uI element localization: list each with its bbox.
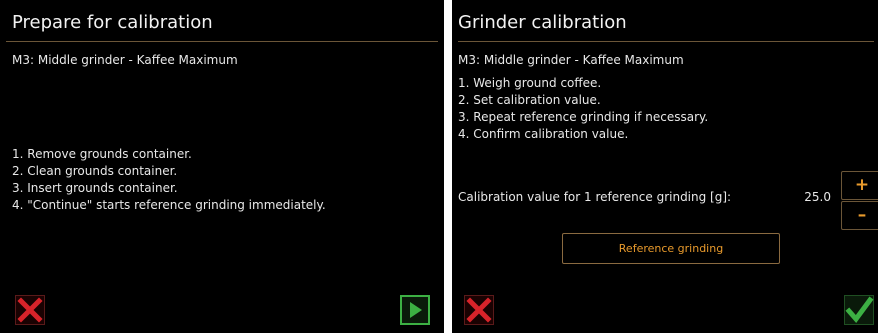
instruction-step: 2. Set calibration value.: [458, 93, 601, 107]
reference-grinding-button[interactable]: Reference grinding: [562, 233, 780, 264]
checkmark-icon: [844, 295, 874, 325]
grinder-calibration-screen: Grinder calibration M3: Middle grinder -…: [452, 0, 878, 333]
title-divider: [6, 41, 438, 42]
x-icon: [464, 295, 494, 325]
instruction-step: 4. "Continue" starts reference grinding …: [12, 198, 326, 212]
calibration-label: Calibration value for 1 reference grindi…: [458, 190, 732, 204]
play-icon: [400, 295, 430, 325]
confirm-button[interactable]: [844, 295, 874, 325]
instruction-list: 1. Remove grounds container. 2. Clean gr…: [12, 146, 326, 214]
screen-title: Grinder calibration: [458, 12, 627, 33]
instruction-list: 1. Weigh ground coffee. 2. Set calibrati…: [458, 75, 708, 143]
increase-button[interactable]: +: [841, 171, 878, 200]
instruction-step: 3. Insert grounds container.: [12, 181, 178, 195]
instruction-step: 3. Repeat reference grinding if necessar…: [458, 110, 709, 124]
decrease-button[interactable]: –: [841, 201, 878, 230]
cancel-button[interactable]: [15, 295, 45, 325]
grinder-subtitle: M3: Middle grinder - Kaffee Maximum: [458, 53, 684, 67]
cancel-button[interactable]: [464, 295, 494, 325]
instruction-step: 1. Weigh ground coffee.: [458, 76, 602, 90]
instruction-step: 4. Confirm calibration value.: [458, 127, 629, 141]
continue-button[interactable]: [400, 295, 430, 325]
instruction-step: 2. Clean grounds container.: [12, 164, 178, 178]
screen-title: Prepare for calibration: [12, 12, 213, 33]
prepare-calibration-screen: Prepare for calibration M3: Middle grind…: [0, 0, 444, 333]
calibration-value: 25.0: [804, 190, 831, 204]
title-divider: [458, 41, 874, 42]
grinder-subtitle: M3: Middle grinder - Kaffee Maximum: [12, 53, 238, 67]
instruction-step: 1. Remove grounds container.: [12, 147, 192, 161]
x-icon: [15, 295, 45, 325]
